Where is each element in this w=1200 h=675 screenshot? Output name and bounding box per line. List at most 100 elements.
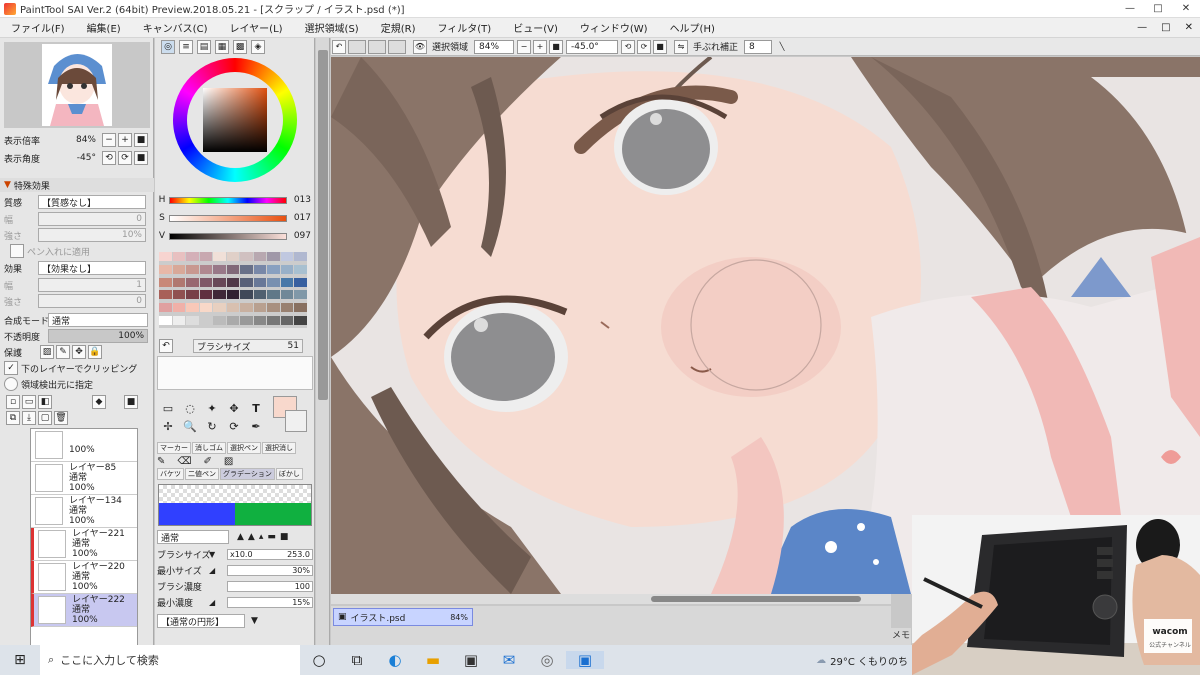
color-swatch[interactable] [213,316,226,326]
magic-wand-icon[interactable]: ✦ [203,400,221,416]
palette-tab-icon[interactable]: ◈ [251,40,265,54]
color-swatch[interactable] [280,252,294,261]
brush-tab-binary-pen[interactable]: 二値ペン [185,468,219,480]
scrollbar-thumb[interactable] [651,596,861,602]
brush-shape-flat-icon[interactable]: ▬ [267,532,276,542]
saturation-value-square[interactable] [203,88,267,152]
color-swatch[interactable] [294,264,307,274]
sai-taskbar-icon[interactable]: ▣ [566,651,604,669]
color-swatch[interactable] [199,252,213,261]
blend-mode-select[interactable]: 通常 [48,313,148,327]
color-swatch[interactable] [253,316,267,326]
redo-icon[interactable] [348,39,366,54]
rotate-right-button[interactable]: ⟳ [118,151,132,165]
brush-tab-marker[interactable]: マーカー [157,442,191,454]
hue-slider[interactable] [169,196,287,204]
brush-shape-select[interactable]: 【通常の円形】 [157,614,245,628]
new-folder-icon[interactable]: ▭ [22,395,36,409]
hsv-slider-tab-icon[interactable]: ▤ [197,40,211,54]
color-swatch[interactable] [240,264,253,274]
layer-item[interactable]: 👁 レイヤー134通常100% [31,495,137,528]
menu-selection[interactable]: 選択領域(S) [294,20,370,35]
color-swatch[interactable] [226,264,240,274]
color-swatch[interactable] [172,264,186,274]
new-mask-icon[interactable]: ◧ [38,395,52,409]
brush-tab-eraser[interactable]: 消しゴム [192,442,226,454]
rotate-cw-icon[interactable]: ⟳ [637,39,652,54]
swatch-tab-icon[interactable]: ▦ [215,40,229,54]
saturation-slider[interactable] [169,214,287,222]
undo-icon[interactable]: ↶ [159,339,173,353]
select-source-radio[interactable] [4,377,18,391]
lock-paint-icon[interactable]: ✎ [56,345,70,359]
lock-transparency-icon[interactable]: ▨ [40,345,54,359]
color-swatch[interactable] [226,252,240,261]
color-swatch[interactable] [253,264,267,274]
maximize-button[interactable]: □ [1144,0,1172,18]
layer-item[interactable]: 👁 レイヤー221通常100% [31,528,137,561]
angle-field[interactable]: -45.0° [566,39,619,54]
color-swatch[interactable] [172,277,186,287]
clear-layer-icon[interactable]: ▢ [38,411,52,425]
delete-layer-icon[interactable]: 🗑 [54,411,68,425]
color-swatch[interactable] [159,277,172,287]
edge-browser-icon[interactable]: ◐ [376,651,414,669]
color-swatch[interactable] [213,252,226,261]
invert-select-icon[interactable] [388,39,406,54]
color-swatch[interactable] [253,303,267,313]
gradient-preview[interactable] [158,484,312,526]
canvas-horizontal-scrollbar[interactable] [331,594,891,604]
brush-tab-select-erase[interactable]: 選択消し [262,442,296,454]
menu-view[interactable]: ビュー(V) [502,20,569,35]
color-swatch[interactable] [267,277,280,287]
color-swatch[interactable] [267,290,280,300]
color-swatch[interactable] [172,290,186,300]
sub-minimize-button[interactable]: — [1130,22,1154,33]
zoom-out-button[interactable]: − [102,133,116,147]
brush-shape-sharp-icon[interactable]: ▲ [237,532,244,542]
color-swatch[interactable] [226,316,240,326]
color-swatch[interactable] [294,290,307,300]
flip-icon[interactable]: ⇋ [674,39,689,54]
color-swatch[interactable] [186,290,199,300]
color-swatch[interactable] [226,303,240,313]
color-swatch[interactable] [213,264,226,274]
color-swatch[interactable] [213,303,226,313]
taskbar-search[interactable]: ⌕ ここに入力して検索 [40,645,300,675]
opacity-slider[interactable]: 100% [48,329,148,343]
color-swatch[interactable] [159,264,172,274]
color-swatch[interactable] [199,316,213,326]
color-swatch[interactable] [294,316,307,326]
mail-icon[interactable]: ✉ [490,651,528,669]
windows-start-icon[interactable]: ⊞ [0,652,40,668]
layer-item[interactable]: 👁 100% [31,429,137,462]
secondary-color-swatch[interactable] [285,410,307,432]
task-view-icon[interactable]: ⧉ [338,651,376,669]
weather-widget[interactable]: ☁ 29°C くもりのち [816,653,912,668]
color-swatch[interactable] [267,264,280,274]
rect-select-icon[interactable]: ▭ [159,400,177,416]
rotate-left-button[interactable]: ⟲ [102,151,116,165]
color-swatch[interactable] [199,264,213,274]
view-selection-eye-icon[interactable]: 👁 [413,39,427,54]
zoom-field[interactable]: 84% [474,39,515,54]
value-slider[interactable] [169,232,287,240]
minimize-button[interactable]: — [1116,0,1144,18]
menu-edit[interactable]: 編集(E) [76,20,132,35]
scratch-pad[interactable] [157,356,313,390]
scratch-tab-icon[interactable]: ▩ [233,40,247,54]
min-density-slider[interactable]: 15% [227,596,313,608]
color-swatch[interactable] [186,303,199,313]
scrollbar-thumb[interactable] [318,50,328,400]
effect-select[interactable]: 【効果なし】 [38,261,146,275]
eraser-brush-icon[interactable]: ⌫ [177,456,191,467]
move-icon[interactable]: ✥ [225,400,243,416]
color-swatch[interactable] [267,303,280,313]
color-swatch[interactable] [294,252,307,261]
rotate-tool-icon[interactable]: ↻ [203,418,221,434]
pen-icon[interactable]: ╲ [775,40,789,54]
brush-shape-round-icon[interactable]: ▲ [248,532,255,542]
layer-item[interactable]: 👁 レイヤー220通常100% [31,561,137,594]
texture-select[interactable]: 【質感なし】 [38,195,146,209]
color-swatch[interactable] [159,316,172,326]
